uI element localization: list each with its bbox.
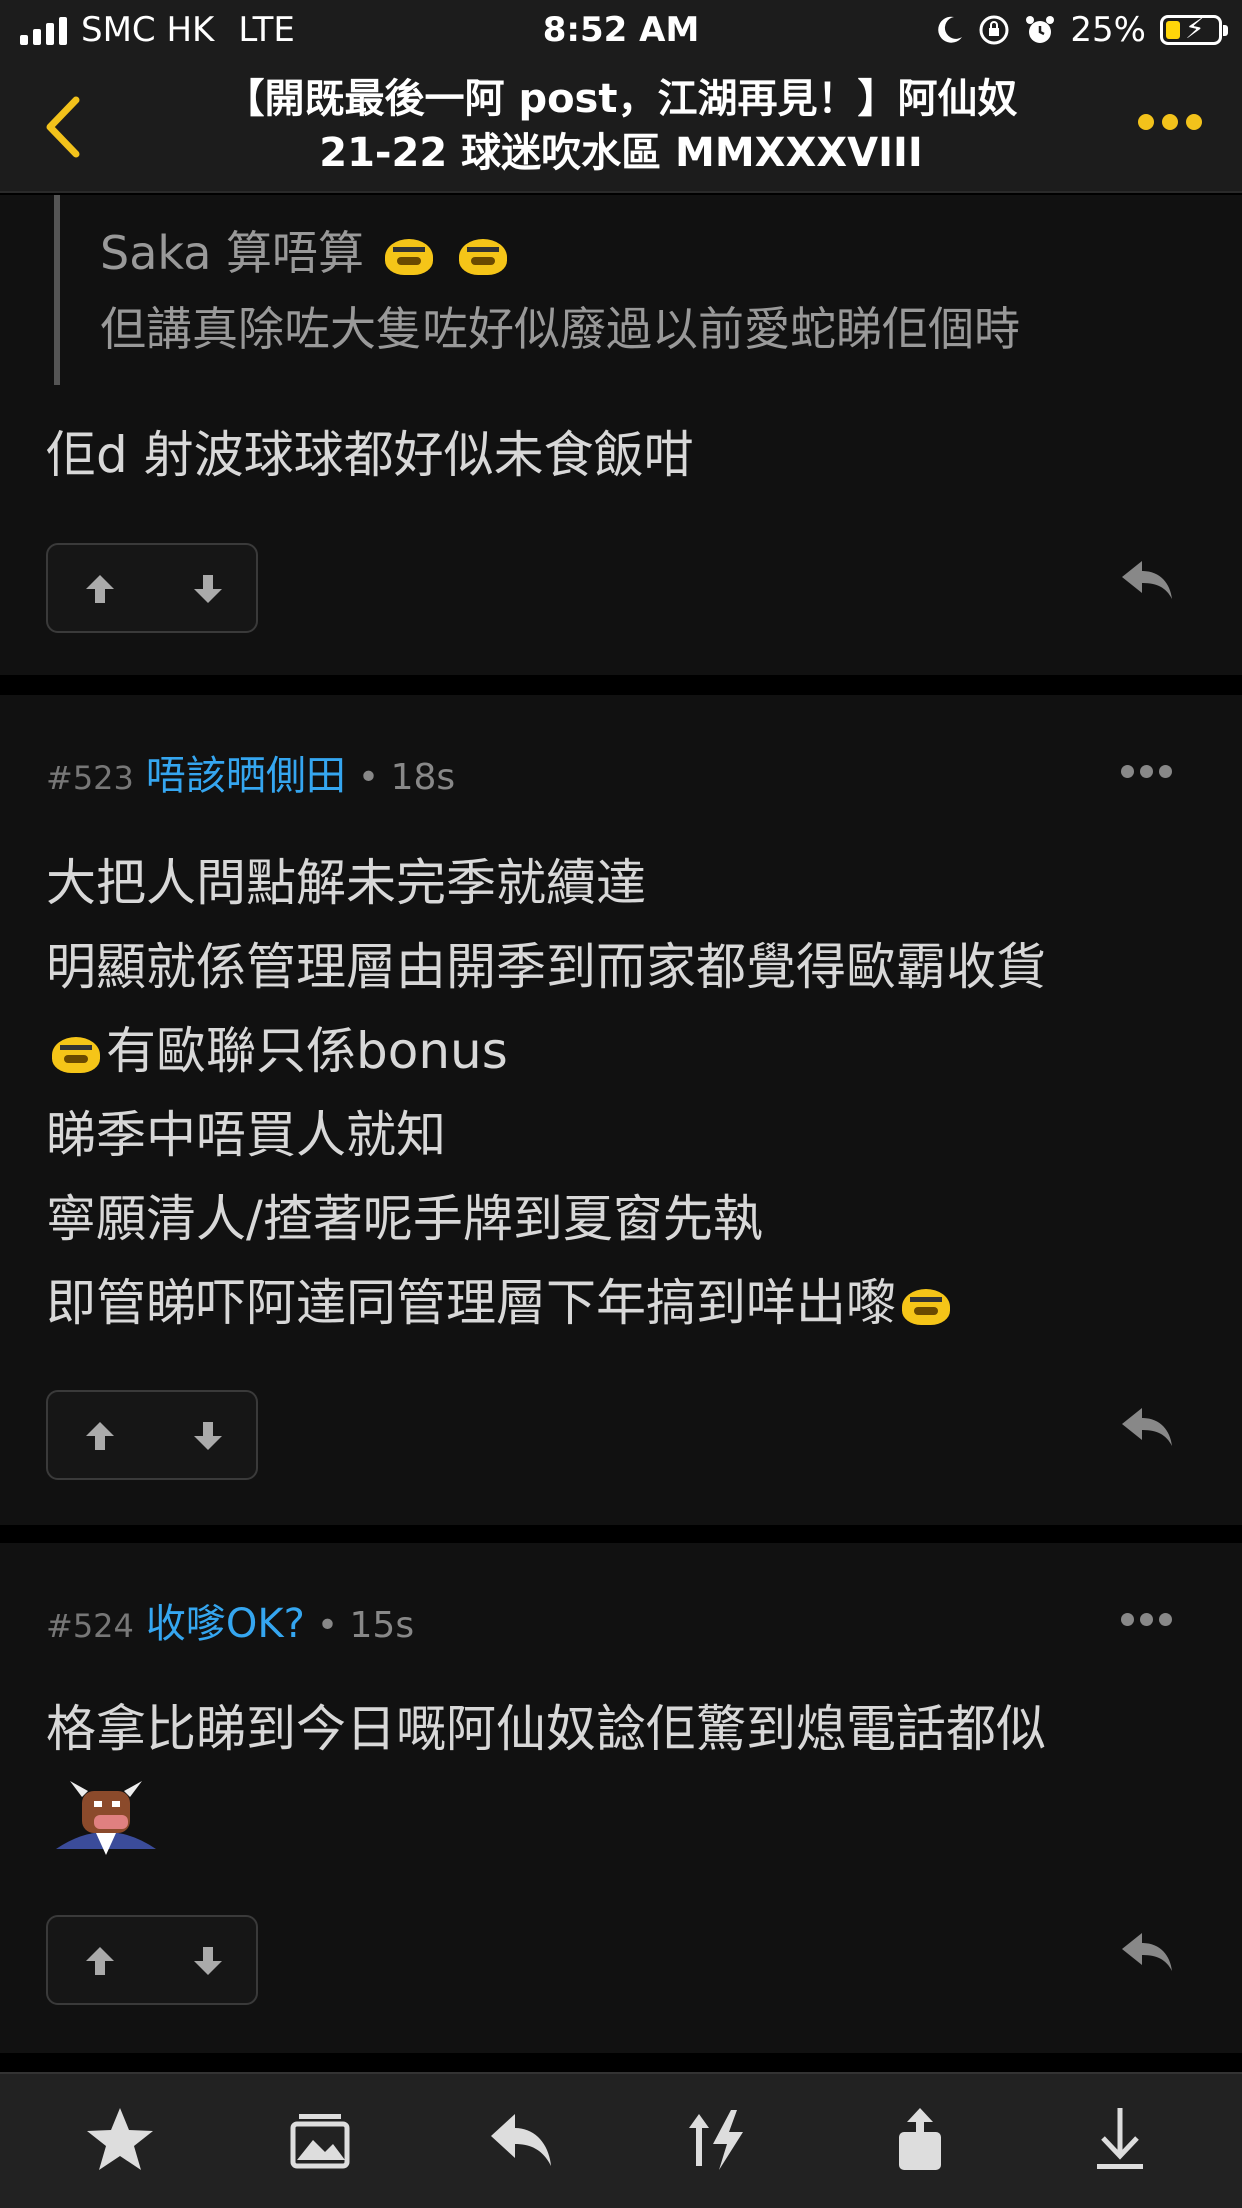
emoji-sticker-icon — [896, 1285, 956, 1329]
post-body: 格拿比睇到今日嘅阿仙奴諗佢驚到熄電話都似 — [46, 1687, 1202, 1884]
post-meta: #523 唔該晒側田 • 18s — [46, 743, 455, 801]
post-line: 睇季中唔買人就知 — [46, 1106, 446, 1164]
downvote-icon[interactable] — [188, 1941, 228, 1981]
post-time: • 15s — [316, 1605, 415, 1646]
back-chevron-icon[interactable] — [40, 92, 84, 162]
quote-line1: Saka 算唔算 — [100, 226, 365, 280]
quote-block: Saka 算唔算 但講真除咗大隻咗好似廢過以前愛蛇睇佢個時 — [100, 215, 1020, 367]
rotation-lock-icon — [979, 15, 1009, 45]
post-username[interactable]: 收嗲OK? — [146, 1591, 305, 1649]
post-more-icon[interactable] — [1121, 1613, 1172, 1626]
downvote-icon[interactable] — [188, 569, 228, 609]
emoji-sticker-icon — [46, 1033, 106, 1077]
post-username[interactable]: 唔該晒側田 — [146, 743, 346, 801]
reply-icon[interactable] — [1116, 555, 1176, 605]
post-body: 佢d 射波球球都好似未食飯咁 — [46, 426, 694, 484]
post-line: 寧願清人/揸著呢手牌到夏窗先執 — [46, 1190, 763, 1248]
thread-title-line1: 【開既最後一阿 post，江湖再見！】阿仙奴 — [224, 76, 1018, 122]
post-line: 明顯就係管理層由開季到而家都覺得歐霸收貨 — [46, 938, 1046, 996]
post-more-icon[interactable] — [1121, 765, 1172, 778]
post-line: 格拿比睇到今日嘅阿仙奴諗佢驚到熄電話都似 — [46, 1700, 1046, 1758]
vote-box — [46, 543, 258, 633]
post-number: #523 — [46, 759, 134, 797]
upvote-icon[interactable] — [80, 1416, 120, 1456]
upvote-icon[interactable] — [80, 1941, 120, 1981]
bottom-toolbar — [0, 2072, 1242, 2208]
post-divider — [0, 1525, 1242, 1543]
emoji-sticker-icon — [453, 235, 513, 279]
thread-title: 【開既最後一阿 post，江湖再見！】阿仙奴 21-22 球迷吹水區 MMXXX… — [150, 72, 1092, 180]
post-524: #524 收嗲OK? • 15s 格拿比睇到今日嘅阿仙奴諗佢驚到熄電話都似 — [0, 1543, 1242, 2053]
reply-icon[interactable] — [485, 2104, 555, 2174]
post-line: 大把人問點解未完季就續達 — [46, 854, 646, 912]
post-522: Saka 算唔算 但講真除咗大隻咗好似廢過以前愛蛇睇佢個時 佢d 射波球球都好似… — [0, 195, 1242, 675]
post-line-with-emoji: 有歐聯只係bonus — [46, 1009, 1202, 1093]
cow-sticker-icon — [56, 1781, 156, 1855]
upvote-icon[interactable] — [80, 569, 120, 609]
gallery-icon[interactable] — [285, 2104, 355, 2174]
post-body: 大把人問點解未完季就續達 明顯就係管理層由開季到而家都覺得歐霸收貨 有歐聯只係b… — [46, 841, 1202, 1345]
downvote-icon[interactable] — [188, 1416, 228, 1456]
emoji-sticker-icon — [379, 235, 439, 279]
nav-bar: 【開既最後一阿 post，江湖再見！】阿仙奴 21-22 球迷吹水區 MMXXX… — [0, 70, 1242, 193]
battery-percent: 25% — [1070, 10, 1146, 50]
reply-icon[interactable] — [1116, 1402, 1176, 1452]
more-options-icon[interactable] — [1138, 114, 1202, 130]
sort-icon[interactable] — [685, 2104, 755, 2174]
post-divider — [0, 677, 1242, 695]
status-bar: SMC HK LTE 8:52 AM 25% ⚡ — [0, 0, 1242, 60]
thread-title-line2: 21-22 球迷吹水區 MMXXXVIII — [319, 130, 923, 176]
post-line: 即管睇吓阿達同管理層下年搞到咩出嚟 — [46, 1274, 896, 1332]
post-line: 有歐聯只係bonus — [106, 1022, 508, 1080]
post-523: #523 唔該晒側田 • 18s 大把人問點解未完季就續達 明顯就係管理層由開季… — [0, 695, 1242, 1525]
post-number: #524 — [46, 1607, 134, 1645]
post-time: • 18s — [357, 757, 456, 798]
top-bar: SMC HK LTE 8:52 AM 25% ⚡ 【開既最後一阿 post，江湖… — [0, 0, 1242, 193]
vote-box — [46, 1915, 258, 2005]
reply-icon[interactable] — [1116, 1927, 1176, 1977]
quote-bar — [54, 195, 60, 385]
star-icon[interactable] — [85, 2104, 155, 2174]
share-icon[interactable] — [885, 2104, 955, 2174]
alarm-icon — [1026, 16, 1055, 43]
post-line-with-emoji: 即管睇吓阿達同管理層下年搞到咩出嚟 — [46, 1261, 1202, 1345]
moon-icon — [938, 16, 963, 43]
post-meta: #524 收嗲OK? • 15s — [46, 1591, 414, 1649]
vote-box — [46, 1390, 258, 1480]
quote-line2: 但講真除咗大隻咗好似廢過以前愛蛇睇佢個時 — [100, 302, 1020, 356]
download-icon[interactable] — [1085, 2104, 1155, 2174]
battery-icon: ⚡ — [1160, 12, 1228, 45]
